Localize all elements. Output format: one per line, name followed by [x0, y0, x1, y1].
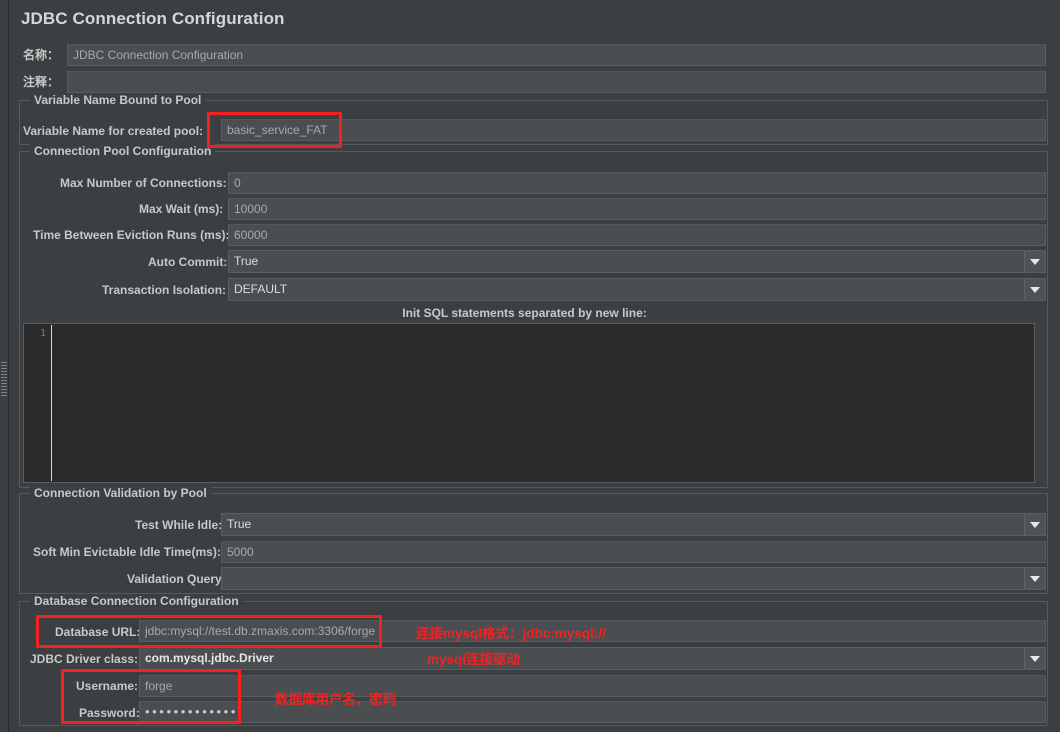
comment-label: 注释： [23, 75, 60, 89]
chevron-down-icon[interactable] [1024, 568, 1045, 589]
username-label: Username: [76, 679, 139, 693]
jdbc-connection-configuration-window: JDBC Connection Configuration 名称： JDBC C… [0, 0, 1060, 732]
database-url-label: Database URL: [55, 625, 141, 639]
auto-commit-label: Auto Commit: [148, 255, 228, 269]
auto-commit-value: True [234, 254, 259, 268]
annotation-text-url: 连接mysql格式：jdbc:mysql:// [416, 626, 606, 641]
chevron-down-icon[interactable] [1024, 514, 1045, 535]
validation-query-label: Validation Query: [127, 572, 226, 586]
pool-variable-input[interactable]: basic_service_FAT [221, 119, 1046, 141]
soft-min-evictable-input[interactable]: 5000 [221, 541, 1046, 563]
chevron-down-icon[interactable] [1024, 279, 1045, 300]
test-while-idle-combo[interactable]: True [221, 513, 1046, 536]
test-while-idle-label: Test While Idle: [135, 518, 223, 532]
init-sql-caret [51, 325, 52, 481]
annotation-text-driver: mysql连接驱动 [427, 652, 521, 667]
password-label: Password: [79, 706, 140, 720]
transaction-isolation-combo[interactable]: DEFAULT [228, 278, 1046, 301]
transaction-isolation-label: Transaction Isolation: [102, 283, 227, 297]
eviction-runs-input[interactable]: 60000 [228, 224, 1046, 246]
transaction-isolation-value: DEFAULT [234, 282, 288, 296]
jdbc-driver-class-value: com.mysql.jdbc.Driver [145, 651, 274, 665]
config-panel: JDBC Connection Configuration 名称： JDBC C… [9, 0, 1060, 732]
connection-validation-group-title: Connection Validation by Pool [30, 486, 211, 500]
soft-min-evictable-label: Soft Min Evictable Idle Time(ms): [33, 545, 221, 559]
max-connections-label: Max Number of Connections: [60, 176, 227, 190]
max-wait-label: Max Wait (ms): [139, 202, 224, 216]
connection-pool-group-title: Connection Pool Configuration [30, 144, 216, 158]
jdbc-driver-class-label: JDBC Driver class: [30, 652, 139, 666]
annotation-text-credentials: 数据库用户名、密码 [275, 692, 397, 707]
chevron-down-icon[interactable] [1024, 648, 1045, 669]
init-sql-line-numbers: 1 [24, 324, 50, 482]
database-connection-group-title: Database Connection Configuration [30, 594, 243, 608]
name-input[interactable]: JDBC Connection Configuration [67, 44, 1046, 66]
pool-variable-label: Variable Name for created pool: [23, 124, 204, 138]
page-title: JDBC Connection Configuration [21, 9, 285, 28]
chevron-down-icon[interactable] [1024, 251, 1045, 272]
init-sql-editor[interactable]: 1 [23, 323, 1035, 483]
auto-commit-combo[interactable]: True [228, 250, 1046, 273]
max-wait-input[interactable]: 10000 [228, 198, 1046, 220]
eviction-runs-label: Time Between Eviction Runs (ms): [33, 228, 230, 242]
comment-input[interactable] [67, 71, 1046, 93]
name-label: 名称： [23, 48, 60, 62]
variable-name-group-title: Variable Name Bound to Pool [30, 93, 206, 107]
init-sql-textarea[interactable] [54, 326, 1032, 480]
init-sql-label: Init SQL statements separated by new lin… [402, 306, 647, 320]
split-pane-divider[interactable] [0, 0, 9, 732]
validation-query-combo[interactable] [221, 567, 1046, 590]
max-connections-input[interactable]: 0 [228, 172, 1046, 194]
split-pane-grip-icon[interactable] [1, 362, 7, 396]
jdbc-driver-class-combo[interactable]: com.mysql.jdbc.Driver [139, 647, 1046, 670]
test-while-idle-value: True [227, 517, 252, 531]
